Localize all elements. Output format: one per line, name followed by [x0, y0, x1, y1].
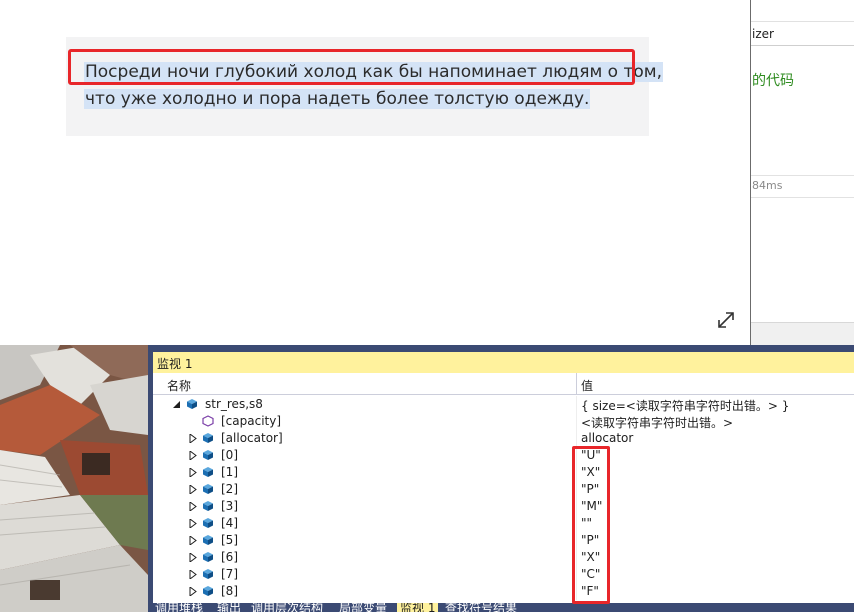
watch-row-value[interactable]: { size=<读取字符串字符时出错。> }: [581, 397, 789, 414]
cube-icon: [203, 450, 213, 460]
collapsed-arrow-icon[interactable]: [189, 485, 197, 494]
divider: [751, 175, 854, 176]
watch-row-name: [1]: [221, 465, 238, 479]
text-line-2: что уже холодно и пора надеть более толс…: [84, 89, 591, 109]
watch-row[interactable]: [8] "F": [153, 583, 854, 600]
column-separator: [576, 413, 577, 430]
watch-row[interactable]: [1] "X": [153, 464, 854, 481]
collapsed-arrow-icon[interactable]: [189, 434, 197, 443]
watch-row-name: [6]: [221, 550, 238, 564]
watch-row-name: [capacity]: [221, 414, 282, 428]
watch-row-name: [allocator]: [221, 431, 283, 445]
watch-row-name: [7]: [221, 567, 238, 581]
cube-icon: [203, 433, 213, 443]
collapsed-arrow-icon[interactable]: [189, 536, 197, 545]
expand-icon[interactable]: [715, 309, 737, 331]
column-value-header[interactable]: 值: [581, 377, 593, 394]
background-photo-rooftops: [0, 345, 148, 612]
collapsed-arrow-icon[interactable]: [189, 553, 197, 562]
column-separator: [576, 430, 577, 447]
watch-row-name: [3]: [221, 499, 238, 513]
watch-row[interactable]: str_res,s8 { size=<读取字符串字符时出错。> }: [153, 396, 854, 413]
divider: [751, 197, 854, 198]
right-panel-header: izer: [751, 22, 854, 46]
watch-row-name: [0]: [221, 448, 238, 462]
text-viewer: Посреди ночи глубокий холод как бы напом…: [0, 0, 750, 345]
right-panel-time: 84ms: [752, 179, 783, 192]
cube-icon: [203, 518, 213, 528]
watch-row-name: [2]: [221, 482, 238, 496]
cube-icon: [203, 586, 213, 596]
rooftops-image: [0, 345, 148, 612]
collapsed-arrow-icon[interactable]: [189, 468, 197, 477]
right-panel-toolbar: [751, 0, 854, 22]
watch-rows: str_res,s8{ size=<读取字符串字符时出错。> } [capacit…: [153, 396, 854, 600]
watch-row[interactable]: [2] "P": [153, 481, 854, 498]
column-name-header[interactable]: 名称: [167, 377, 191, 394]
bottom-tab[interactable]: 调用堆栈: [155, 603, 203, 612]
highlight-box-first-line: [68, 49, 635, 85]
screenshot-root: Посреди ночи глубокий холод как бы напом…: [0, 0, 854, 612]
cube-icon: [203, 569, 213, 579]
column-separator: [576, 396, 577, 413]
watch-row[interactable]: [4] "": [153, 515, 854, 532]
bottom-tab[interactable]: 输出: [217, 603, 241, 612]
right-panel-green-text: 的代码: [752, 73, 794, 89]
bottom-tab[interactable]: 局部变量: [339, 603, 387, 612]
collapsed-arrow-icon[interactable]: [189, 587, 197, 596]
watch-row[interactable]: [6] "X": [153, 549, 854, 566]
collapsed-arrow-icon[interactable]: [189, 519, 197, 528]
bottom-tab[interactable]: 监视 1: [397, 603, 439, 612]
right-side-panel: izer 的代码 84ms: [750, 0, 854, 345]
watch-row-name: [8]: [221, 584, 238, 598]
watch-row-value[interactable]: allocator: [581, 431, 633, 445]
right-panel-footer: [751, 322, 854, 345]
cube-icon: [203, 484, 213, 494]
watch-row-name: str_res,s8: [205, 397, 263, 411]
cube-icon: [203, 467, 213, 477]
collapsed-arrow-icon[interactable]: [189, 502, 197, 511]
watch-title: 监视 1: [153, 352, 854, 373]
expanded-arrow-icon[interactable]: [173, 400, 181, 409]
watch-row-name: [5]: [221, 533, 238, 547]
watch-row-name: [4]: [221, 516, 238, 530]
bottom-tab-strip: 调用堆栈 输出 调用层次结构 局部变量 监视 1 查找符号结果: [153, 603, 854, 612]
watch-row[interactable]: [5] "P": [153, 532, 854, 549]
collapsed-arrow-icon[interactable]: [189, 570, 197, 579]
column-header: 名称 值: [153, 373, 854, 395]
cube-icon: [203, 552, 213, 562]
watch-row[interactable]: [capacity] <读取字符串字符时出错。>: [153, 413, 854, 430]
cube-icon: [203, 535, 213, 545]
watch-row[interactable]: [0] "U": [153, 447, 854, 464]
watch-window: 监视 1 名称 值 str_res,s8 { size=<读取字符串字符时出错。>…: [148, 345, 854, 612]
watch-row[interactable]: [allocator] allocator: [153, 430, 854, 447]
highlight-box-values: [572, 446, 610, 604]
watch-row[interactable]: [3] "M": [153, 498, 854, 515]
bottom-tab[interactable]: 调用层次结构: [251, 603, 323, 612]
watch-frame: [153, 345, 854, 352]
bottom-tab[interactable]: 查找符号结果: [445, 603, 517, 612]
watch-row[interactable]: [7] "C": [153, 566, 854, 583]
watch-row-value[interactable]: <读取字符串字符时出错。>: [581, 414, 733, 431]
collapsed-arrow-icon[interactable]: [189, 451, 197, 460]
purple-field-icon: [202, 415, 214, 427]
column-separator[interactable]: [576, 373, 577, 395]
cube-icon: [187, 399, 197, 409]
cube-icon: [203, 501, 213, 511]
